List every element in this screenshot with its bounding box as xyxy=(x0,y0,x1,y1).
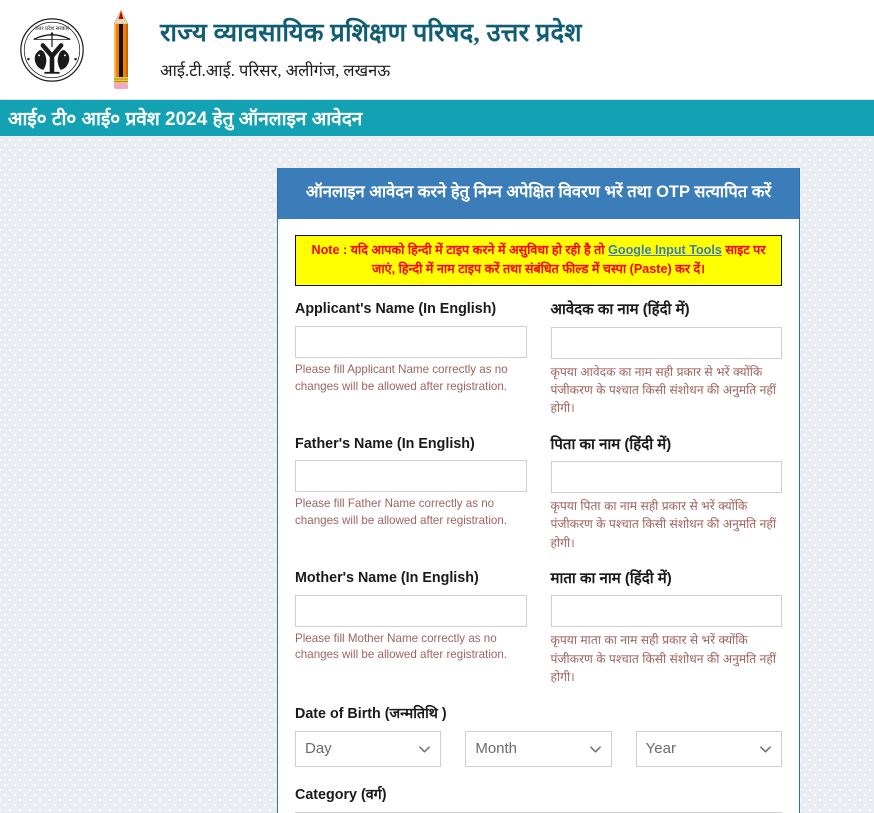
field-mother-name-hindi: माता का नाम (हिंदी में) कृपया माता का ना… xyxy=(550,569,782,700)
form-body: Note : यदि आपको हिन्दी में टाइप करने में… xyxy=(278,219,799,813)
organisation-title-block: राज्य व्यावसायिक प्रशिक्षण परिषद, उत्तर … xyxy=(160,18,582,81)
dob-day-value: Day xyxy=(305,740,332,758)
field-applicant-name-hindi: आवेदक का नाम (हिंदी में) कृपया आवेदक का … xyxy=(550,300,782,431)
field-mother-name-english: Mother's Name (In English) Please fill M… xyxy=(295,569,527,700)
government-emblem-icon: उत्तर प्रदेश सरकार xyxy=(14,10,90,90)
label-category: Category (वर्ग) xyxy=(295,786,387,803)
site-header: उत्तर प्रदेश सरकार राज्य व्यावसायिक प्रश… xyxy=(0,0,874,100)
banner-text: आई० टी० आई० प्रवेश 2024 हेतु ऑनलाइन आवेद… xyxy=(8,109,363,130)
dob-year-value: Year xyxy=(645,740,676,758)
label-applicant-name-english: Applicant's Name (In English) xyxy=(295,301,497,318)
father-name-english-input[interactable] xyxy=(295,460,527,493)
page-title: राज्य व्यावसायिक प्रशिक्षण परिषद, उत्तर … xyxy=(160,17,582,47)
label-mother-name-english: Mother's Name (In English) xyxy=(295,569,479,586)
mother-name-english-input[interactable] xyxy=(295,594,527,627)
dob-month-value: Month xyxy=(475,740,518,758)
form-panel-heading: ऑनलाइन आवेदन करने हेतु निम्न अपेक्षित वि… xyxy=(278,168,799,219)
dob-month-select[interactable]: Month xyxy=(465,730,612,767)
field-father-name-hindi: पिता का नाम (हिंदी में) कृपया पिता का ना… xyxy=(550,435,782,566)
label-date-of-birth: Date of Birth (जन्मतिथि ) xyxy=(295,706,447,723)
label-mother-name-hindi: माता का नाम (हिंदी में) xyxy=(550,569,672,587)
hint-applicant-name-english: Please fill Applicant Name correctly as … xyxy=(295,362,508,393)
father-name-hindi-input[interactable] xyxy=(550,461,782,494)
hint-applicant-name-hindi: कृपया आवेदक का नाम सही प्रकार से भरें क्… xyxy=(550,364,777,416)
google-input-tools-link[interactable]: Google Input Tools xyxy=(608,243,722,257)
svg-text:उत्तर प्रदेश सरकार: उत्तर प्रदेश सरकार xyxy=(35,25,70,32)
dob-year-select[interactable]: Year xyxy=(635,730,782,767)
banner-bar: आई० टी० आई० प्रवेश 2024 हेतु ऑनलाइन आवेद… xyxy=(0,100,874,136)
name-fields-grid: Applicant's Name (In English) Please fil… xyxy=(295,286,782,703)
pencil-icon xyxy=(98,8,144,92)
hint-father-name-hindi: कृपया पिता का नाम सही प्रकार से भरें क्य… xyxy=(550,499,777,550)
chevron-down-icon xyxy=(759,742,772,755)
label-father-name-english: Father's Name (In English) xyxy=(295,435,475,452)
applicant-name-english-input[interactable] xyxy=(295,325,527,358)
label-applicant-name-hindi: आवेदक का नाम (हिंदी में) xyxy=(550,301,690,319)
field-father-name-english: Father's Name (In English) Please fill F… xyxy=(295,435,527,566)
field-applicant-name-english: Applicant's Name (In English) Please fil… xyxy=(295,300,527,431)
hint-father-name-english: Please fill Father Name correctly as no … xyxy=(295,497,508,528)
mother-name-hindi-input[interactable] xyxy=(550,595,782,628)
label-father-name-hindi: पिता का नाम (हिंदी में) xyxy=(550,435,672,453)
page-subtitle: आई.टी.आई. परिसर, अलीगंज, लखनऊ xyxy=(160,61,391,81)
hindi-typing-note: Note : यदि आपको हिन्दी में टाइप करने में… xyxy=(295,234,782,287)
hint-mother-name-hindi: कृपया माता का नाम सही प्रकार से भरें क्य… xyxy=(550,633,777,685)
field-category: Category (वर्ग) SELECT (चयन करे) xyxy=(295,767,782,813)
page-root: उत्तर प्रदेश सरकार राज्य व्यावसायिक प्रश… xyxy=(0,0,874,813)
chevron-down-icon xyxy=(418,742,431,755)
field-date-of-birth: Date of Birth (जन्मतिथि ) Day Month Year xyxy=(295,703,782,767)
dob-day-select[interactable]: Day xyxy=(295,730,442,767)
hint-mother-name-english: Please fill Mother Name correctly as no … xyxy=(295,631,508,662)
applicant-name-hindi-input[interactable] xyxy=(550,326,782,359)
note-text-part1: Note : यदि आपको हिन्दी में टाइप करने में… xyxy=(311,242,609,257)
application-form-card: ऑनलाइन आवेदन करने हेतु निम्न अपेक्षित वि… xyxy=(277,168,800,813)
date-of-birth-row: Day Month Year xyxy=(295,730,782,767)
chevron-down-icon xyxy=(589,742,602,755)
